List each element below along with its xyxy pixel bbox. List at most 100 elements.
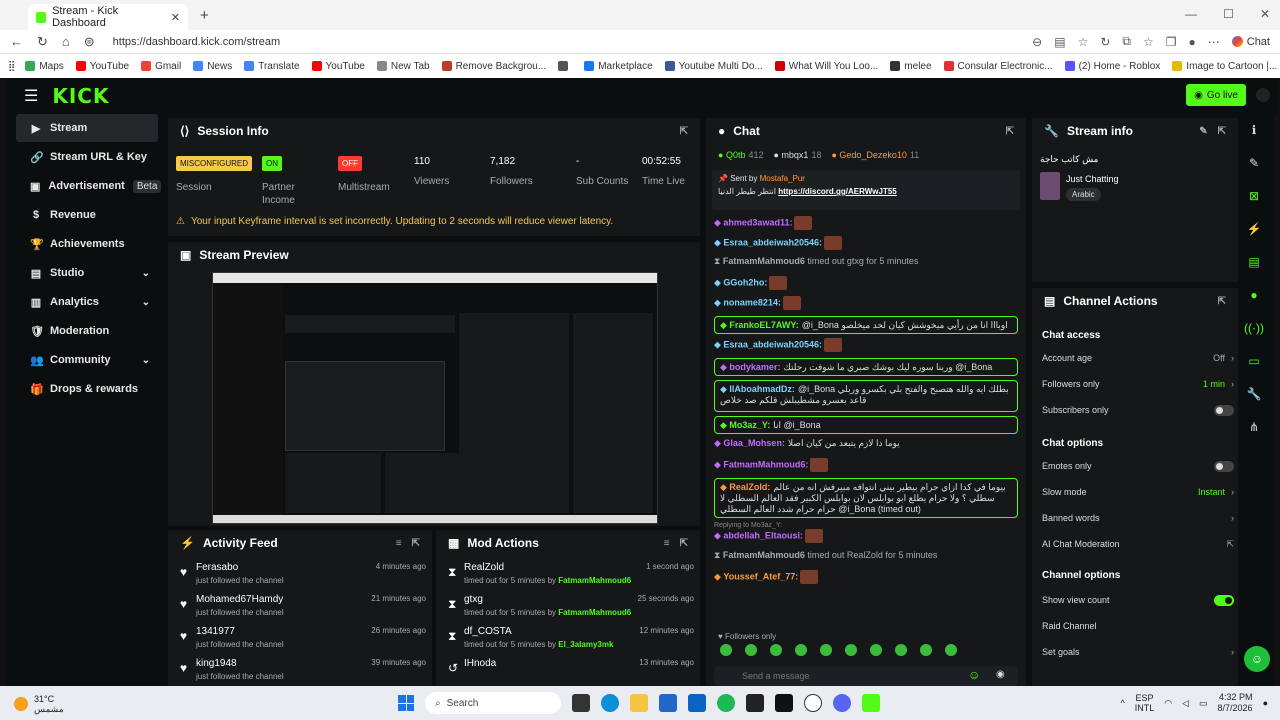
bookmark-item[interactable]: Translate: [244, 61, 300, 72]
sidebar-item-advertisement[interactable]: ▣ Advertisement Beta: [16, 172, 162, 200]
emote-menu-icon[interactable]: ☺: [968, 668, 980, 682]
chatgpt-icon[interactable]: [804, 694, 822, 712]
lightning-icon[interactable]: ⚡: [1240, 213, 1268, 246]
sidebar-item-stream-url-key[interactable]: 🔗 Stream URL & Key: [16, 143, 158, 171]
close-tab-icon[interactable]: ✕: [171, 11, 180, 24]
task-view-icon[interactable]: [572, 694, 590, 712]
raid-channel-row[interactable]: Raid Channel: [1042, 616, 1234, 636]
user-avatar[interactable]: [1256, 88, 1270, 102]
popout-icon[interactable]: ⇱: [1218, 126, 1226, 137]
chat-message[interactable]: ◆ IlAboahmadDz: @i_Bona بطلك ايه والله هت…: [714, 380, 1018, 412]
stream-preview-video[interactable]: [212, 272, 658, 524]
chat-message[interactable]: ◆ GGoh2ho:: [714, 276, 1018, 290]
bookmark-item[interactable]: New Tab: [376, 61, 430, 72]
chat-message[interactable]: Replying to Mo3az_Y: ◆ abdellah_Eltaousi:: [714, 522, 1018, 543]
sidebar-item-analytics[interactable]: ▥ Analytics ⌄: [16, 288, 158, 316]
site-info-icon[interactable]: ⊜: [84, 34, 95, 50]
store-icon[interactable]: [659, 694, 677, 712]
chat-username[interactable]: FatmamMahmoud6:: [723, 459, 808, 469]
wrench-tool-icon[interactable]: 🔧: [1240, 378, 1268, 411]
browser-chat-button[interactable]: Chat: [1231, 36, 1270, 48]
mod-actor[interactable]: FatmamMahmoud6: [558, 608, 631, 617]
collections-icon[interactable]: ❐: [1166, 35, 1177, 49]
wifi-icon[interactable]: ◠: [1164, 698, 1172, 709]
bookmark-item[interactable]: Youtube Multi Do...: [664, 61, 763, 72]
mod-target-user[interactable]: df_COSTA: [464, 626, 512, 637]
chat-username[interactable]: IlAboahmadDz:: [729, 384, 795, 394]
ai-moderation-row[interactable]: AI Chat Moderation ⇱: [1042, 534, 1234, 554]
sidebar-item-community[interactable]: 👥 Community ⌄: [16, 346, 158, 374]
chat-username[interactable]: Esraa_abdeiwah20546:: [723, 339, 822, 349]
sidebar-item-stream[interactable]: ▶ Stream: [16, 114, 158, 142]
bookmark-item[interactable]: News: [193, 61, 232, 72]
share-icon[interactable]: ⋔: [1240, 411, 1268, 444]
followers-only-row[interactable]: Followers only 1 min ›: [1042, 374, 1234, 394]
popout-icon[interactable]: ⇱: [680, 126, 688, 137]
bookmark-item[interactable]: Maps: [25, 61, 64, 72]
bookmark-item[interactable]: Image to Cartoon |...: [1172, 61, 1277, 72]
new-tab-icon[interactable]: +: [200, 7, 209, 24]
kick-logo[interactable]: KICK: [52, 84, 109, 108]
outlook-icon[interactable]: [688, 694, 706, 712]
monitor-icon[interactable]: ▭: [1240, 345, 1268, 378]
chat-username[interactable]: Esraa_abdeiwah20546:: [723, 237, 822, 247]
emote-picker-icon[interactable]: [845, 644, 857, 656]
activity-user[interactable]: Ferasabo: [196, 562, 238, 573]
support-chat-button[interactable]: ☺: [1244, 646, 1270, 672]
chat-message[interactable]: ◆ noname8214:: [714, 296, 1018, 310]
chat-message[interactable]: ◆ Youssef_Atef_77:: [714, 570, 1018, 584]
sidebar-item-drops-rewards[interactable]: 🎁 Drops & rewards: [16, 375, 158, 403]
back-icon[interactable]: ←: [10, 34, 23, 49]
address-bar[interactable]: https://dashboard.kick.com/stream: [113, 36, 281, 48]
explorer-icon[interactable]: [630, 694, 648, 712]
chat-username[interactable]: RealZold:: [729, 482, 770, 492]
top-chatter[interactable]: ● Gedo_Dezeko10 11: [831, 150, 919, 160]
account-age-row[interactable]: Account age Off ›: [1042, 348, 1234, 368]
popout-icon[interactable]: ⇱: [680, 538, 688, 549]
activity-user[interactable]: king1948: [196, 658, 237, 669]
emote-picker-icon[interactable]: [745, 644, 757, 656]
bookmark-item[interactable]: (2) Home - Roblox: [1064, 61, 1160, 72]
battery-icon[interactable]: ▭: [1199, 698, 1208, 709]
chevron-up-icon[interactable]: ^: [1120, 698, 1124, 708]
menu-icon[interactable]: ⋯: [1208, 35, 1220, 49]
activity-user[interactable]: 1341977: [196, 626, 235, 637]
sidebar-item-revenue[interactable]: $ Revenue: [16, 201, 158, 229]
notification-icon[interactable]: ●: [1263, 698, 1268, 708]
bookmark-item[interactable]: Consular Electronic...: [943, 61, 1053, 72]
mod-actor[interactable]: El_3alamy3mk: [558, 640, 613, 649]
bookmark-item[interactable]: YouTube: [75, 61, 129, 72]
chat-username[interactable]: bodykamer:: [729, 362, 780, 372]
filter-icon[interactable]: ≡: [664, 538, 670, 549]
bookmark-item[interactable]: melee: [890, 61, 932, 72]
bookmark-item[interactable]: What Will You Loo...: [774, 61, 878, 72]
emotes-only-toggle[interactable]: [1214, 460, 1234, 472]
broadcast-tool-icon[interactable]: ((·)): [1240, 312, 1268, 345]
category-name[interactable]: Just Chatting: [1066, 174, 1119, 184]
sidebar-item-achievements[interactable]: 🏆 Achievements: [16, 230, 158, 258]
mod-target-user[interactable]: gtxg: [464, 594, 483, 605]
close-window-icon[interactable]: ✕: [1260, 7, 1270, 21]
discord-icon[interactable]: [833, 694, 851, 712]
category-thumbnail[interactable]: [1040, 172, 1060, 200]
chat-username[interactable]: FrankoEL7AWY:: [729, 320, 798, 330]
sidebar-item-studio[interactable]: ▤ Studio ⌄: [16, 259, 158, 287]
top-chatter[interactable]: ● Q0tb 412: [718, 150, 763, 160]
system-message[interactable]: ⧗ FatmamMahmoud6 timed out RealZold for …: [714, 550, 1018, 561]
bookmark-item[interactable]: Marketplace: [584, 61, 653, 72]
refresh-ext-icon[interactable]: ↻: [1100, 35, 1110, 49]
edit-icon[interactable]: ✎: [1199, 126, 1207, 137]
bookmark-item[interactable]: [558, 61, 572, 71]
emote-picker-icon[interactable]: [820, 644, 832, 656]
emote-picker-icon[interactable]: [720, 644, 732, 656]
favorites-icon[interactable]: ☆: [1143, 35, 1154, 49]
bookmark-item[interactable]: Remove Backgrou...: [441, 61, 546, 72]
profile-icon[interactable]: ●: [1189, 35, 1196, 49]
popout-icon[interactable]: ⇱: [412, 538, 420, 549]
show-view-count-toggle[interactable]: [1214, 594, 1234, 606]
minimize-icon[interactable]: —: [1185, 7, 1197, 21]
chat-message-input[interactable]: [742, 667, 942, 685]
home-icon[interactable]: ⌂: [62, 34, 70, 49]
emote-picker-icon[interactable]: [895, 644, 907, 656]
chat-username[interactable]: GGoh2ho:: [723, 277, 767, 287]
